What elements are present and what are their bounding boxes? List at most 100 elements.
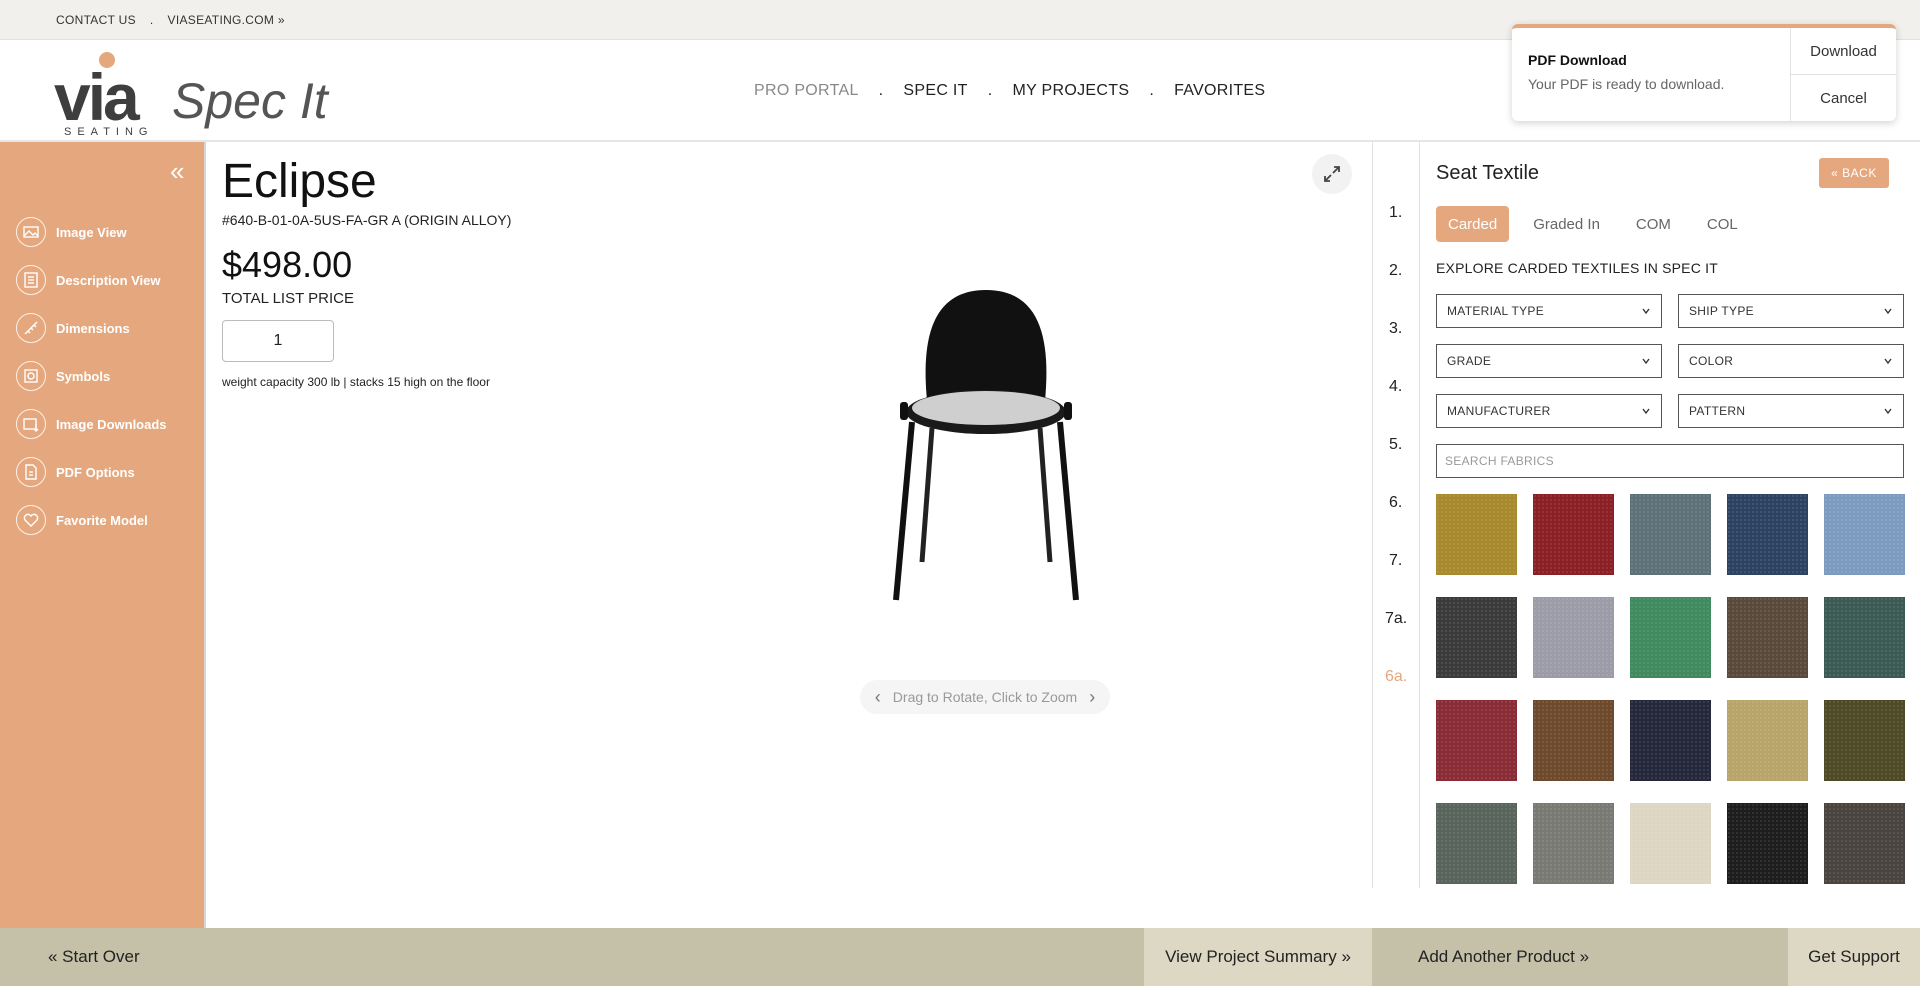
sidebar-item-label: Description View	[56, 272, 161, 288]
sidebar-item-symbols[interactable]: Symbols	[16, 352, 167, 400]
nav-my-projects[interactable]: MY PROJECTS	[1013, 82, 1130, 100]
tab-graded-in[interactable]: Graded In	[1521, 206, 1612, 242]
product-price-label: TOTAL LIST PRICE	[222, 290, 354, 307]
nav-spec-it[interactable]: SPEC IT	[903, 82, 967, 100]
toast-actions: Download Cancel	[1790, 28, 1896, 121]
search-fabrics-input[interactable]	[1436, 444, 1904, 478]
tab-col[interactable]: COL	[1695, 206, 1750, 242]
rotate-left-icon[interactable]: ‹	[875, 687, 881, 708]
logo-via: via	[54, 60, 140, 134]
toast-title: PDF Download	[1528, 52, 1627, 68]
nav-separator: .	[878, 82, 884, 99]
chevron-down-icon	[1642, 408, 1650, 415]
filter-grade[interactable]: GRADE	[1436, 344, 1662, 378]
filter-material-type[interactable]: MATERIAL TYPE	[1436, 294, 1662, 328]
chevron-down-icon	[1884, 358, 1892, 365]
fabric-swatch[interactable]	[1824, 597, 1905, 678]
fabric-swatch[interactable]	[1436, 597, 1517, 678]
step-7a[interactable]: 7a.	[1385, 610, 1407, 628]
logo[interactable]: via SEATING Spec It	[54, 50, 334, 140]
fabric-swatch[interactable]	[1533, 597, 1614, 678]
toast-download-button[interactable]: Download	[1791, 28, 1896, 74]
fabric-swatch[interactable]	[1824, 700, 1905, 781]
sidebar-menu: Image View Description View Dimensions S…	[16, 208, 167, 544]
logo-spec-it: Spec It	[172, 73, 328, 129]
step-1[interactable]: 1.	[1389, 204, 1402, 222]
fabric-swatch[interactable]	[1727, 494, 1808, 575]
nav-pro-portal[interactable]: PRO PORTAL	[754, 82, 859, 100]
chevron-down-icon	[1884, 308, 1892, 315]
fabric-swatch[interactable]	[1630, 803, 1711, 884]
step-6[interactable]: 6.	[1389, 494, 1402, 512]
tab-carded[interactable]: Carded	[1436, 206, 1510, 242]
pdf-icon	[16, 457, 46, 487]
back-button[interactable]: « BACK	[1819, 158, 1889, 188]
rotate-hint-label: Drag to Rotate, Click to Zoom	[892, 689, 1078, 705]
toast-message: Your PDF is ready to download.	[1528, 76, 1725, 92]
fabric-swatch[interactable]	[1630, 597, 1711, 678]
expand-icon[interactable]	[1312, 154, 1352, 194]
fabric-swatch[interactable]	[1727, 597, 1808, 678]
nav-separator: .	[987, 82, 993, 99]
filter-label: MATERIAL TYPE	[1447, 304, 1545, 318]
collapse-sidebar-button[interactable]: «	[170, 158, 184, 184]
fabric-swatch[interactable]	[1436, 700, 1517, 781]
fabric-swatch[interactable]	[1630, 494, 1711, 575]
fabric-swatch[interactable]	[1727, 803, 1808, 884]
fabric-swatch[interactable]	[1533, 494, 1614, 575]
nav-separator: .	[1149, 82, 1155, 99]
logo-dot-icon	[99, 52, 115, 68]
filter-ship-type[interactable]: SHIP TYPE	[1678, 294, 1904, 328]
fabric-swatch[interactable]	[1630, 700, 1711, 781]
fabric-swatch[interactable]	[1436, 494, 1517, 575]
step-7[interactable]: 7.	[1389, 552, 1402, 570]
contact-us-link[interactable]: CONTACT US	[56, 13, 136, 27]
sidebar: « Image View Description View Dimensions…	[0, 142, 206, 928]
add-another-product-button[interactable]: Add Another Product »	[1372, 928, 1788, 986]
download-image-icon	[16, 409, 46, 439]
fabric-swatch[interactable]	[1436, 803, 1517, 884]
product-image[interactable]	[876, 282, 1096, 612]
filter-color[interactable]: COLOR	[1678, 344, 1904, 378]
sidebar-item-label: Favorite Model	[56, 512, 148, 528]
step-6a[interactable]: 6a.	[1385, 668, 1407, 686]
filter-manufacturer[interactable]: MANUFACTURER	[1436, 394, 1662, 428]
nav-favorites[interactable]: FAVORITES	[1174, 82, 1265, 100]
product-title: Eclipse	[222, 155, 377, 208]
step-5[interactable]: 5.	[1389, 436, 1402, 454]
tab-com[interactable]: COM	[1624, 206, 1683, 242]
viaseating-link[interactable]: VIASEATING.COM »	[168, 13, 285, 27]
sidebar-item-favorite-model[interactable]: Favorite Model	[16, 496, 167, 544]
start-over-button[interactable]: « Start Over	[48, 947, 140, 967]
rotate-hint: ‹ Drag to Rotate, Click to Zoom ›	[860, 680, 1110, 714]
fabric-swatch[interactable]	[1533, 700, 1614, 781]
product-note: weight capacity 300 lb | stacks 15 high …	[222, 375, 490, 389]
logo-seating: SEATING	[64, 126, 154, 138]
list-icon	[16, 265, 46, 295]
fabric-swatch[interactable]	[1727, 700, 1808, 781]
sidebar-item-dimensions[interactable]: Dimensions	[16, 304, 167, 352]
sidebar-item-description-view[interactable]: Description View	[16, 256, 167, 304]
step-4[interactable]: 4.	[1389, 378, 1402, 396]
fabric-swatch[interactable]	[1533, 803, 1614, 884]
explore-heading: EXPLORE CARDED TEXTILES IN SPEC IT	[1436, 260, 1718, 276]
rotate-right-icon[interactable]: ›	[1089, 687, 1095, 708]
step-2[interactable]: 2.	[1389, 262, 1402, 280]
pdf-download-toast: PDF Download Your PDF is ready to downlo…	[1512, 24, 1896, 121]
quantity-input[interactable]	[222, 320, 334, 362]
filter-pattern[interactable]: PATTERN	[1678, 394, 1904, 428]
step-3[interactable]: 3.	[1389, 320, 1402, 338]
sidebar-item-pdf-options[interactable]: PDF Options	[16, 448, 167, 496]
fabric-swatch[interactable]	[1824, 803, 1905, 884]
chevron-down-icon	[1884, 408, 1892, 415]
sidebar-item-image-downloads[interactable]: Image Downloads	[16, 400, 167, 448]
toast-cancel-button[interactable]: Cancel	[1791, 74, 1896, 121]
fabric-swatch[interactable]	[1824, 494, 1905, 575]
get-support-button[interactable]: Get Support	[1788, 928, 1920, 986]
footer: « Start Over View Project Summary » Add …	[0, 928, 1920, 986]
chevron-down-icon	[1642, 308, 1650, 315]
main-nav: PRO PORTAL . SPEC IT . MY PROJECTS . FAV…	[754, 82, 1265, 100]
sidebar-item-image-view[interactable]: Image View	[16, 208, 167, 256]
view-project-summary-button[interactable]: View Project Summary »	[1144, 928, 1372, 986]
filter-label: GRADE	[1447, 354, 1492, 368]
